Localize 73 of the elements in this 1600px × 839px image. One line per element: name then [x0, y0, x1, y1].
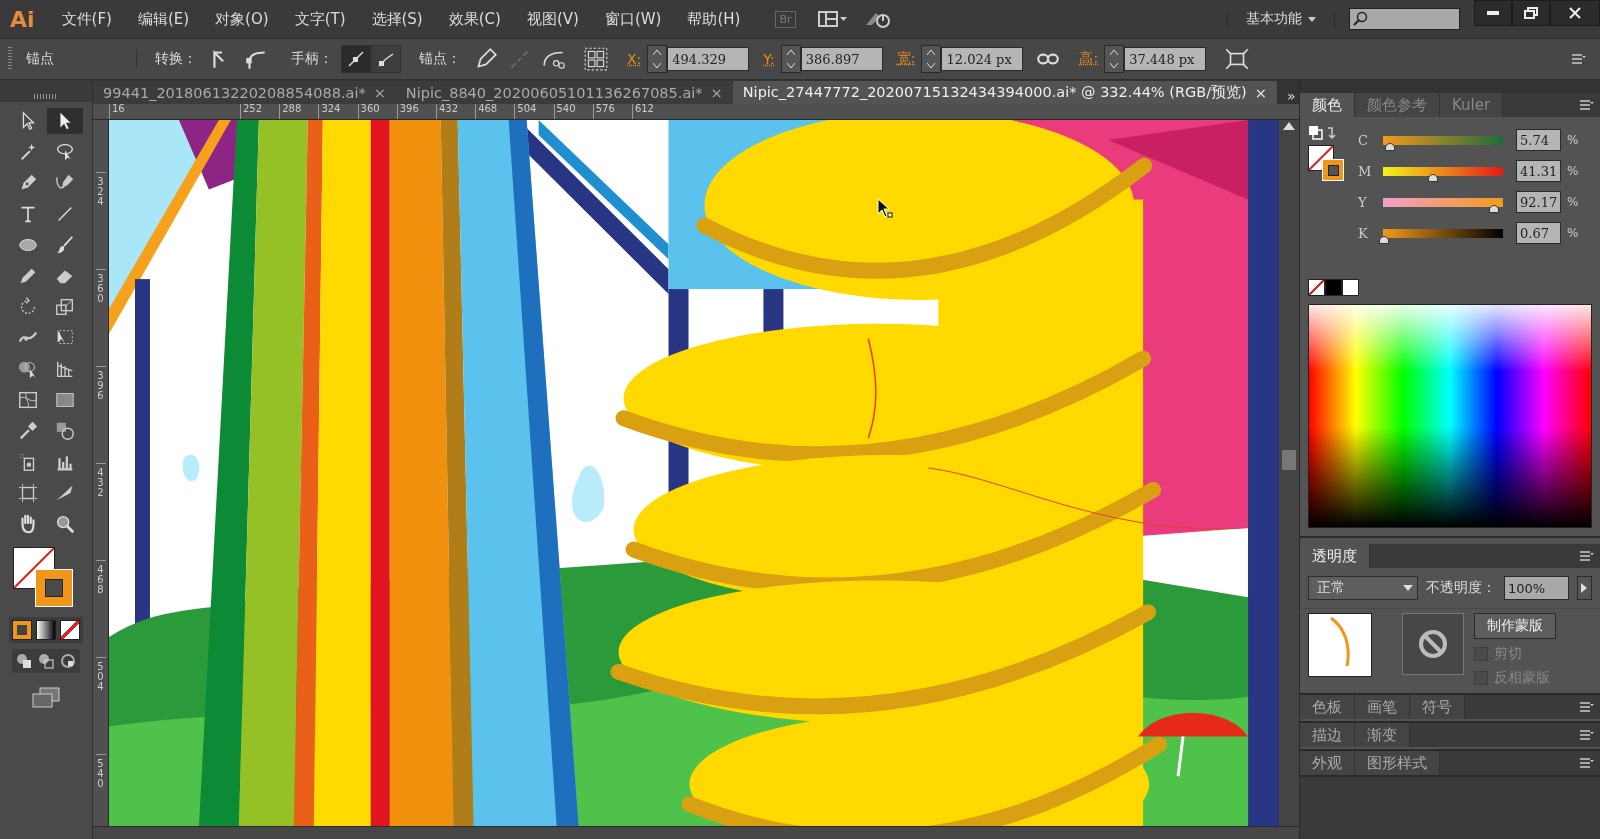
- tabs-overflow-button[interactable]: »: [1276, 88, 1299, 104]
- ruler-label: 468: [95, 560, 106, 657]
- ruler-label: 16: [109, 104, 240, 119]
- panel-tab[interactable]: 画笔: [1355, 695, 1410, 719]
- panel-tab[interactable]: 渐变: [1355, 723, 1410, 747]
- channel-value-field[interactable]: 0.67: [1516, 222, 1561, 244]
- ruler-label: 576: [592, 104, 632, 119]
- panel-tab[interactable]: 外观: [1300, 751, 1355, 775]
- ruler-label: 504: [95, 657, 106, 754]
- document-tab[interactable]: Nipic_8840_20200605101136267085.ai* ×: [395, 81, 733, 104]
- menu-item[interactable]: 效果(C): [435, 9, 514, 29]
- field-label: Y:: [763, 51, 775, 67]
- value-field[interactable]: 12.024 px: [941, 47, 1024, 71]
- unit-label: %: [1567, 226, 1579, 240]
- channel-label: Y: [1358, 194, 1368, 210]
- menu-item[interactable]: 编辑(E): [124, 9, 203, 29]
- unit-label: %: [1567, 164, 1579, 178]
- menu-item[interactable]: 帮助(H): [674, 9, 754, 29]
- panel-tab[interactable]: 图形样式: [1355, 751, 1440, 775]
- ruler-label: 324: [318, 104, 358, 119]
- field-label: 高:: [1079, 50, 1099, 68]
- tab-close-button[interactable]: ×: [710, 84, 723, 101]
- opacity-label: 不透明度：: [1426, 579, 1496, 597]
- ruler-label: 540: [553, 104, 593, 119]
- workspace-dropdown[interactable]: 基本功能: [1227, 10, 1335, 28]
- channel-value-field[interactable]: 5.74: [1516, 129, 1561, 151]
- ruler-label: 360: [357, 104, 397, 119]
- value-field[interactable]: 37.448 px: [1124, 47, 1207, 71]
- ruler-label: 324: [95, 172, 106, 269]
- ruler-label: 396: [396, 104, 436, 119]
- field-label: 宽:: [896, 50, 916, 68]
- opacity-field[interactable]: 100%: [1504, 576, 1569, 600]
- menu-item[interactable]: 文字(T): [281, 9, 359, 29]
- tab-close-button[interactable]: ×: [373, 84, 386, 101]
- channel-value-field[interactable]: 92.17: [1516, 191, 1561, 213]
- panel-tab[interactable]: 颜色: [1300, 93, 1355, 117]
- handles-label: 手柄：: [291, 50, 333, 68]
- menu-item[interactable]: 视图(V): [513, 9, 592, 29]
- channel-label: M: [1358, 163, 1372, 179]
- menu-item[interactable]: 窗口(W): [591, 9, 675, 29]
- menu-item[interactable]: 文件(F): [48, 9, 125, 29]
- ruler-label: 252: [240, 104, 280, 119]
- value-field[interactable]: 386.897: [800, 47, 883, 71]
- panel-tab[interactable]: 符号: [1410, 695, 1465, 719]
- menu-item[interactable]: 对象(O): [202, 9, 282, 29]
- convert-label: 转换：: [155, 50, 197, 68]
- field-label: X:: [627, 51, 642, 67]
- make-mask-button[interactable]: 制作蒙版: [1474, 613, 1556, 639]
- value-field[interactable]: 494.329: [667, 47, 750, 71]
- ruler-label: 432: [95, 463, 106, 560]
- ruler-label: 612: [631, 104, 672, 119]
- menu-item[interactable]: 选择(S): [358, 9, 436, 29]
- app-logo: Ai: [9, 6, 36, 32]
- panel-title: 透明度: [1300, 544, 1370, 568]
- panel-tab[interactable]: 描边: [1300, 723, 1355, 747]
- document-tab[interactable]: 99441_20180613220208854088.ai* ×: [93, 81, 396, 104]
- blend-mode-dropdown[interactable]: 正常: [1308, 576, 1418, 600]
- document-tab[interactable]: Nipic_27447772_20200715132434394000.ai* @ 332.44% (RGB/预览) ×: [732, 81, 1277, 104]
- anchors-label: 锚点：: [419, 50, 461, 68]
- unit-label: %: [1567, 195, 1579, 209]
- selection-type-label: 锚点: [26, 50, 137, 68]
- ruler-label: 396: [95, 366, 106, 463]
- ruler-label: 288: [279, 104, 319, 119]
- ruler-label: 432: [435, 104, 476, 119]
- ruler-label: 360: [95, 269, 106, 366]
- unit-label: %: [1567, 133, 1579, 147]
- channel-label: K: [1358, 225, 1369, 241]
- ruler-label: 468: [475, 104, 515, 119]
- tab-close-button[interactable]: ×: [1254, 84, 1267, 101]
- channel-value-field[interactable]: 41.31: [1516, 160, 1561, 182]
- panel-tab[interactable]: 色板: [1300, 695, 1355, 719]
- channel-label: C: [1358, 132, 1369, 148]
- ruler-label: 504: [514, 104, 554, 119]
